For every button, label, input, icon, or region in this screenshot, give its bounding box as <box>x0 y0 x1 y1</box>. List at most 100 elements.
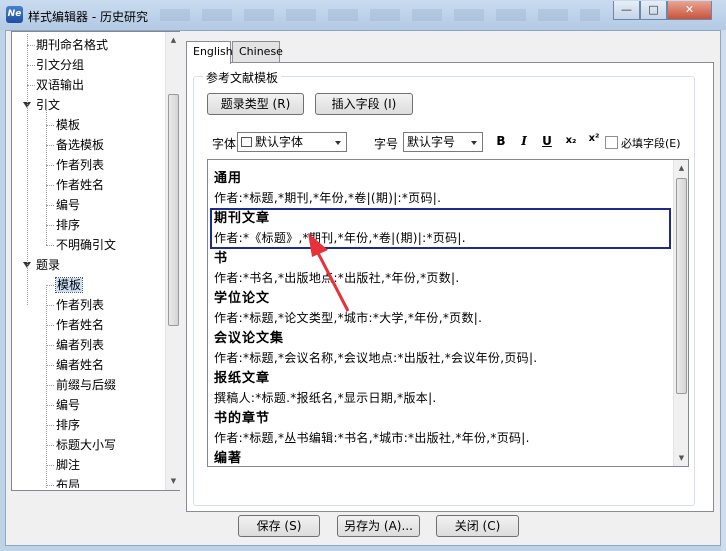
tree-item[interactable]: 排序 <box>56 415 80 435</box>
template-item[interactable]: 通用 作者:*标题,*期刊,*年份,*卷|(期)|:*页码|. <box>214 169 664 208</box>
tab-chinese[interactable]: Chinese <box>232 41 283 63</box>
size-label: 字号 <box>374 137 399 151</box>
scroll-down-arrow-icon[interactable]: ▼ <box>674 450 688 466</box>
template-list[interactable]: 通用 作者:*标题,*期刊,*年份,*卷|(期)|:*页码|. 期刊文章 作者:*《标… <box>207 159 689 467</box>
template-name: 书 <box>214 251 229 266</box>
tree-item-label: 模板 <box>54 277 84 293</box>
tree-item[interactable]: 模板 <box>54 275 84 295</box>
template-item[interactable]: 学位论文 作者:*标题,*论文类型,*城市:*大学,*年份,*页数|. <box>214 289 664 328</box>
template-item[interactable]: 会议论文集作者:*标题,*会议名称,*会议地点:*出版社,*会议年份,页码|. <box>214 329 664 368</box>
superscript-button[interactable]: x² <box>586 133 602 144</box>
close-button[interactable]: 关闭 (C) <box>436 515 519 537</box>
tree-item-label: 引文分组 <box>36 58 85 72</box>
minimize-button[interactable]: — <box>613 1 640 20</box>
app-icon: Ne <box>6 6 23 23</box>
tree-item[interactable]: 备选模板 <box>56 135 104 155</box>
tree-item[interactable]: 作者姓名 <box>56 175 104 195</box>
scroll-up-arrow-icon[interactable]: ▲ <box>674 160 688 176</box>
tree-item-label: 排序 <box>56 218 81 232</box>
tree-item[interactable]: 期刊命名格式 <box>36 35 108 55</box>
template-item[interactable]: 书作者:*书名,*出版地点:*出版社,*年份,*页数|. <box>214 249 664 288</box>
tree-scrollbar[interactable]: ▲ ▼ <box>165 32 180 490</box>
tree-item[interactable]: 编号 <box>56 395 80 415</box>
tree-connector <box>46 125 54 126</box>
template-format: 作者:*标题,*会议名称,*会议地点:*出版社,*会议年份,页码|. <box>214 351 538 365</box>
tab-english[interactable]: English <box>186 41 233 64</box>
tree-item[interactable]: 编者列表 <box>56 335 104 355</box>
template-item[interactable]: 编著 <box>214 449 664 466</box>
tree-item-label: 排序 <box>56 418 81 432</box>
close-window-button[interactable]: ✕ <box>667 1 712 20</box>
tree-scroll-thumb[interactable] <box>168 94 179 326</box>
tree-item[interactable]: 引文分组 <box>36 55 84 75</box>
template-name: 编著 <box>214 451 243 466</box>
tree-item[interactable]: 作者列表 <box>56 295 104 315</box>
size-select[interactable]: 默认字号 <box>403 132 483 152</box>
tree-item-label: 编号 <box>56 198 81 212</box>
template-item[interactable]: 书的章节作者:*标题,*丛书编辑:*书名,*城市:*出版社,*年份,*页码|. <box>214 409 664 448</box>
groupbox-label: 参考文献模板 <box>203 69 282 86</box>
template-format: 作者:*标题,*丛书编辑:*书名,*城市:*出版社,*年份,*页码|. <box>214 431 530 445</box>
bold-button[interactable]: B <box>493 134 509 148</box>
tree-item[interactable]: 作者列表 <box>56 155 104 175</box>
insert-field-button[interactable]: 插入字段 (I) <box>315 93 413 115</box>
template-name: 学位论文 <box>214 291 271 306</box>
tree-item-label: 作者列表 <box>56 158 105 172</box>
template-format: 撰稿人:*标题.*报纸名,*显示日期,*版本|. <box>214 391 437 405</box>
tree-item-label: 编号 <box>56 398 81 412</box>
tree-connector <box>46 485 54 486</box>
template-name: 书的章节 <box>214 411 271 426</box>
tree-connector <box>46 445 54 446</box>
tree-item[interactable]: 不明确引文 <box>56 235 116 255</box>
tree-connector <box>46 325 54 326</box>
subscript-button[interactable]: x₂ <box>563 135 579 146</box>
selected-template-highlight <box>210 208 671 249</box>
tree-item[interactable]: 前缀与后缀 <box>56 375 116 395</box>
tree-item[interactable]: 题录 <box>36 255 60 275</box>
tree-item[interactable]: 脚注 <box>56 455 80 475</box>
tree-item[interactable]: 引文 <box>36 95 60 115</box>
tree-item[interactable]: 编号 <box>56 195 80 215</box>
tree-connector <box>46 385 54 386</box>
tree-connector <box>46 285 54 286</box>
tab-panel: 参考文献模板 题录类型 (R) 插入字段 (I) 字体 默认字体 字号 默认字号… <box>186 62 714 512</box>
editor-client-area: 期刊命名格式 引文分组 双语输出 引文 模板 备选模板 作者列表 作者姓名 编号 排序 不明确引文题… <box>5 30 721 546</box>
ref-type-button[interactable]: 题录类型 (R) <box>207 93 304 115</box>
save-as-button[interactable]: 另存为 (A)... <box>337 515 420 537</box>
tree-item[interactable]: 作者姓名 <box>56 315 104 335</box>
tree-connector <box>46 245 54 246</box>
scroll-up-arrow-icon[interactable]: ▲ <box>166 32 181 48</box>
window-edge <box>721 30 726 551</box>
tree-connector <box>46 205 54 206</box>
tree-item[interactable]: 编者姓名 <box>56 355 104 375</box>
maximize-button[interactable]: □ <box>640 1 667 20</box>
tree-item[interactable]: 双语输出 <box>36 75 84 95</box>
tree-item-label: 编者姓名 <box>56 358 105 372</box>
title-bar-background <box>160 9 600 21</box>
template-scroll-thumb[interactable] <box>676 178 687 394</box>
tree-item[interactable]: 模板 <box>56 115 80 135</box>
size-select-value: 默认字号 <box>407 135 456 149</box>
template-item[interactable]: 报纸文章 撰稿人:*标题.*报纸名,*显示日期,*版本|. <box>214 369 664 408</box>
tree-item-label: 备选模板 <box>56 138 105 152</box>
underline-button[interactable]: U <box>539 134 555 148</box>
tree-connector <box>46 465 54 466</box>
template-scrollbar[interactable]: ▲ ▼ <box>673 160 688 466</box>
template-name: 会议论文集 <box>214 331 285 346</box>
scroll-down-arrow-icon[interactable]: ▼ <box>166 473 181 489</box>
tree-item-label: 期刊命名格式 <box>36 38 109 52</box>
save-button[interactable]: 保存 (S) <box>238 515 320 537</box>
tree-item[interactable]: 布局 <box>56 475 80 488</box>
tree-connector <box>46 365 54 366</box>
tree-item-label: 编者列表 <box>56 338 105 352</box>
italic-button[interactable]: I <box>516 134 532 148</box>
tree-item-label: 题录 <box>36 258 61 272</box>
tree-guide-line <box>46 285 47 488</box>
font-select[interactable]: 默认字体 <box>237 132 347 152</box>
tree-item[interactable]: 排序 <box>56 215 80 235</box>
title-bar: Ne 样式编辑器 - 历史研究 — □ ✕ <box>0 0 726 30</box>
required-field-checkbox[interactable] <box>605 136 618 149</box>
font-label: 字体 <box>212 137 237 151</box>
tree-item[interactable]: 标题大小写 <box>56 435 116 455</box>
tree-connector <box>46 425 54 426</box>
